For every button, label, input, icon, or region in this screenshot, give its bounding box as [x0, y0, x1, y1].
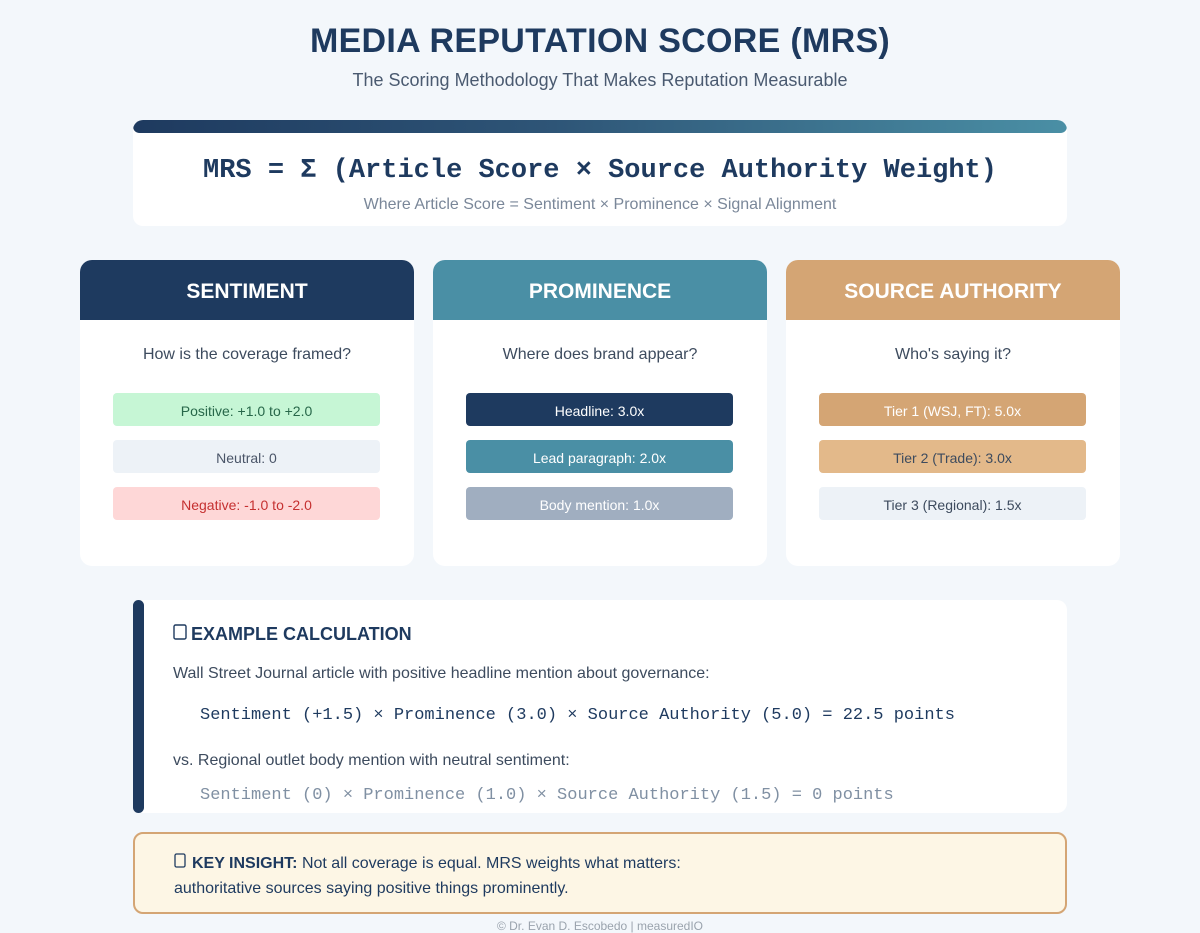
tier2-pill: Tier 2 (Trade): 3.0x: [819, 440, 1086, 473]
insight-text-1: Not all coverage is equal. MRS weights w…: [297, 855, 681, 872]
example-accent-bar: [133, 600, 144, 813]
sentiment-header: SENTIMENT: [80, 260, 414, 320]
example-title: EXAMPLE CALCULATION: [173, 624, 412, 645]
sentiment-neutral-pill: Neutral: 0: [113, 440, 380, 473]
prominence-card: PROMINENCE Where does brand appear? Head…: [433, 260, 767, 566]
example-line-1: Wall Street Journal article with positiv…: [173, 665, 710, 682]
example-line-2: vs. Regional outlet body mention with ne…: [173, 752, 570, 769]
formula-card: MRS = Σ (Article Score × Source Authorit…: [133, 120, 1067, 226]
example-calculation-card: EXAMPLE CALCULATION Wall Street Journal …: [133, 600, 1067, 813]
tier3-pill: Tier 3 (Regional): 1.5x: [819, 487, 1086, 520]
footer-copyright: © Dr. Evan D. Escobedo | measuredIO: [496, 919, 704, 933]
calculator-icon: [173, 624, 191, 645]
source-authority-question: Who's saying it?: [895, 346, 1011, 363]
prominence-headline-pill: Headline: 3.0x: [466, 393, 733, 426]
formula-subtext: Where Article Score = Sentiment × Promin…: [363, 196, 837, 213]
sentiment-negative-pill: Negative: -1.0 to -2.0: [113, 487, 380, 520]
prominence-header: PROMINENCE: [433, 260, 767, 320]
insight-label: KEY INSIGHT:: [192, 855, 298, 872]
source-authority-card: SOURCE AUTHORITY Who's saying it? Tier 1…: [786, 260, 1120, 566]
source-authority-header: SOURCE AUTHORITY: [786, 260, 1120, 320]
sentiment-card: SENTIMENT How is the coverage framed? Po…: [80, 260, 414, 566]
sentiment-positive-pill: Positive: +1.0 to +2.0: [113, 393, 380, 426]
example-calc-1: Sentiment (+1.5) × Prominence (3.0) × So…: [200, 706, 955, 725]
formula-accent-bar: [133, 120, 1067, 133]
prominence-question: Where does brand appear?: [502, 346, 698, 363]
insight-line-1: KEY INSIGHT: Not all coverage is equal. …: [174, 853, 681, 873]
example-calc-2: Sentiment (0) × Prominence (1.0) × Sourc…: [200, 786, 894, 805]
lightbulb-icon: [174, 853, 192, 873]
page-subtitle: The Scoring Methodology That Makes Reput…: [352, 70, 848, 90]
key-insight-box: KEY INSIGHT: Not all coverage is equal. …: [133, 832, 1067, 914]
tier1-pill: Tier 1 (WSJ, FT): 5.0x: [819, 393, 1086, 426]
page-title: MEDIA REPUTATION SCORE (MRS): [309, 22, 891, 60]
prominence-lead-pill: Lead paragraph: 2.0x: [466, 440, 733, 473]
example-title-text: EXAMPLE CALCULATION: [191, 624, 412, 644]
sentiment-question: How is the coverage framed?: [142, 346, 352, 363]
prominence-body-pill: Body mention: 1.0x: [466, 487, 733, 520]
formula-main: MRS = Σ (Article Score × Source Authorit…: [203, 156, 997, 186]
insight-line-2: authoritative sources saying positive th…: [174, 880, 569, 897]
